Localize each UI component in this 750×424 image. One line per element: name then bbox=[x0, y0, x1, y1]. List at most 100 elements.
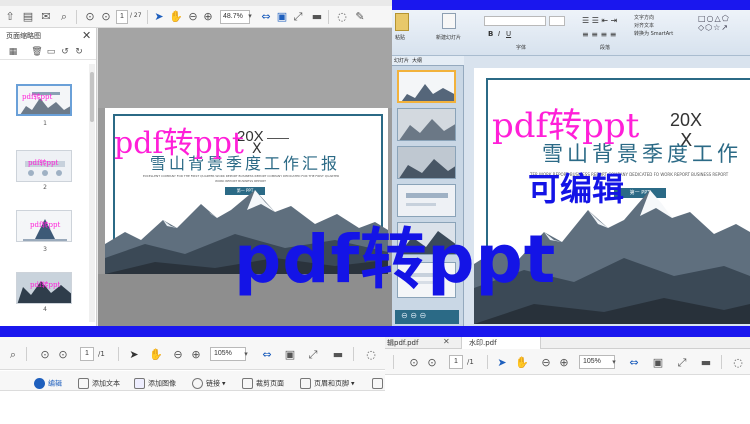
right-overlay-text: pdf转ppt bbox=[492, 106, 640, 146]
rotate-right-icon[interactable]: ↻ bbox=[72, 45, 86, 59]
read-mode-icon[interactable]: ▬ bbox=[310, 10, 324, 24]
zoom-in-icon[interactable]: ⊕ bbox=[557, 356, 571, 370]
bottom-right-toolbar: ⊙ ⊙ 1 /1 ➤ ✋ ⊖ ⊕ 105% ▾ ⇔ ▣ ⤢ ▬ ◌ bbox=[385, 349, 750, 375]
page-up-icon[interactable]: ⊙ bbox=[83, 10, 97, 24]
bottom-right-tabbar: 辑pdf.pdf ✕ 水印.pdf bbox=[385, 337, 750, 349]
fit-page-icon[interactable]: ▣ bbox=[651, 356, 665, 370]
thumbnail-options-icon[interactable]: ▦ bbox=[6, 45, 20, 59]
select-cursor-icon[interactable]: ➤ bbox=[127, 348, 141, 362]
ppt-slide-thumbnail[interactable] bbox=[397, 70, 456, 103]
ppt-pane-tabs: 幻灯片 大纲 bbox=[392, 56, 464, 66]
zoom-out-icon[interactable]: ⊖ bbox=[539, 356, 553, 370]
page-down-icon[interactable]: ⊙ bbox=[99, 10, 113, 24]
close-tab-icon[interactable]: ✕ bbox=[443, 337, 450, 346]
bottom-left-toolbar: ⌕ ⊙ ⊙ 1 /1 ➤ ✋ ⊖ ⊕ 105% ▾ ⇔ ▣ ⤢ ▬ ◌ bbox=[0, 337, 385, 370]
left-toolbar: ⇧ ▤ ✉ ⌕ ⊙ ⊙ 1 / 27 ➤ ✋ ⊖ ⊕ 48.7% ▾ ⇔ ▣ ⤢… bbox=[0, 6, 392, 28]
comment-icon[interactable]: ◌ bbox=[335, 10, 349, 24]
paste-button[interactable] bbox=[395, 13, 409, 31]
underline-button[interactable]: U bbox=[506, 30, 511, 38]
thumbnail-overlay-text: pdf转ppt bbox=[28, 159, 59, 167]
rotate-left-icon[interactable]: ↺ bbox=[58, 45, 72, 59]
thumbnail-overlay-text: pdf转ppt bbox=[30, 221, 61, 229]
full-screen-icon[interactable]: ⤢ bbox=[675, 356, 689, 370]
add-text-button[interactable]: 添加文本 bbox=[78, 378, 120, 389]
fit-width-icon[interactable]: ⇔ bbox=[260, 348, 274, 362]
ppt-slide-thumbnail[interactable] bbox=[397, 146, 456, 179]
slide-subtitle: EXCELLENT COMPANY FOR THE FIRST QUARTER … bbox=[143, 174, 340, 178]
zoom-out-icon[interactable]: ⊖ bbox=[186, 10, 200, 24]
hand-tool-icon[interactable]: ✋ bbox=[515, 356, 529, 370]
fit-page-icon[interactable]: ▣ bbox=[283, 348, 297, 362]
page-up-icon[interactable]: ⊙ bbox=[38, 348, 52, 362]
page-number-field[interactable]: 1 bbox=[80, 347, 94, 361]
more-button[interactable] bbox=[372, 378, 386, 389]
fit-width-icon[interactable]: ⇔ bbox=[259, 10, 273, 24]
full-screen-icon[interactable]: ⤢ bbox=[291, 10, 305, 24]
year-underline bbox=[267, 138, 289, 139]
comment-icon[interactable]: ◌ bbox=[731, 356, 745, 370]
link-button[interactable]: 链接 ▾ bbox=[192, 378, 225, 389]
ppt-ribbon: 粘贴 新建幻灯片 B I U 字体 ☰ ☰ ⇤ ⇥ ≡ ≡ ≡ ≡ 段落 文字方… bbox=[392, 10, 750, 56]
align-icon[interactable]: ≡ ≡ ≡ ≡ bbox=[582, 30, 616, 39]
select-cursor-icon[interactable]: ➤ bbox=[495, 356, 509, 370]
italic-button[interactable]: I bbox=[498, 30, 500, 38]
search-icon[interactable]: ⌕ bbox=[57, 10, 71, 24]
page-number-field[interactable]: 1 bbox=[449, 355, 463, 369]
tab-outline[interactable]: 大纲 bbox=[412, 57, 422, 64]
crop-page-button[interactable]: 裁剪页面 bbox=[242, 378, 284, 389]
comment-icon[interactable]: ◌ bbox=[364, 348, 378, 362]
mail-icon[interactable]: ✉ bbox=[39, 10, 53, 24]
font-size-field[interactable] bbox=[549, 16, 565, 26]
share-icon[interactable]: ⇧ bbox=[3, 10, 17, 24]
hand-tool-icon[interactable]: ✋ bbox=[169, 10, 183, 24]
tab-slides[interactable]: 幻灯片 bbox=[394, 57, 409, 64]
page-down-icon[interactable]: ⊙ bbox=[425, 356, 439, 370]
full-screen-icon[interactable]: ⤢ bbox=[306, 348, 320, 362]
zoom-dropdown-icon[interactable]: ▾ bbox=[243, 9, 257, 23]
select-cursor-icon[interactable]: ➤ bbox=[152, 10, 166, 24]
text-direction-button[interactable]: 文字方向 bbox=[634, 14, 654, 21]
thumbnail-panel-title: 页面缩略图 bbox=[6, 32, 41, 40]
page-total: / 27 bbox=[130, 12, 142, 19]
new-slide-button[interactable] bbox=[442, 13, 456, 29]
tab-file-1[interactable]: 辑pdf.pdf bbox=[387, 338, 418, 348]
smartart-button[interactable]: 转换为 SmartArt bbox=[634, 30, 673, 37]
thumbnail-overlay-text: pdf转ppt bbox=[30, 281, 61, 289]
insert-page-icon[interactable]: ▭ bbox=[44, 45, 58, 59]
thumbnail-number: 3 bbox=[43, 246, 47, 253]
zoom-in-icon[interactable]: ⊕ bbox=[189, 348, 203, 362]
zoom-out-icon[interactable]: ⊖ bbox=[171, 348, 185, 362]
search-icon[interactable]: ⌕ bbox=[6, 348, 20, 362]
zoom-dropdown-icon[interactable]: ▾ bbox=[607, 355, 621, 369]
page-down-icon[interactable]: ⊙ bbox=[56, 348, 70, 362]
read-mode-icon[interactable]: ▬ bbox=[331, 348, 345, 362]
zoom-in-icon[interactable]: ⊕ bbox=[201, 10, 215, 24]
read-mode-icon[interactable]: ▬ bbox=[699, 356, 713, 370]
fit-page-icon[interactable]: ▣ bbox=[275, 10, 289, 24]
header-footer-button[interactable]: 页眉和页脚 ▾ bbox=[300, 378, 354, 389]
bold-button[interactable]: B bbox=[488, 30, 493, 38]
ppt-slide-thumbnail[interactable] bbox=[397, 108, 456, 141]
align-text-button[interactable]: 对齐文本 bbox=[634, 22, 654, 29]
list-icon[interactable]: ☰ ☰ ⇤ ⇥ bbox=[582, 16, 617, 25]
print-icon[interactable]: ▤ bbox=[21, 10, 35, 24]
thumbnail-number: 1 bbox=[43, 120, 47, 127]
editable-badge: 可编辑 bbox=[528, 170, 625, 208]
zoom-dropdown-icon[interactable]: ▾ bbox=[239, 347, 253, 361]
font-name-field[interactable] bbox=[484, 16, 546, 26]
shapes-gallery[interactable]: □○△⬠ ◇⬡☆↗ bbox=[698, 14, 730, 32]
blue-divider-top bbox=[392, 0, 750, 10]
tab-file-2[interactable]: 水印.pdf bbox=[469, 338, 497, 348]
hand-tool-icon[interactable]: ✋ bbox=[149, 348, 163, 362]
edit-button[interactable]: 编辑 bbox=[34, 378, 62, 389]
fit-width-icon[interactable]: ⇔ bbox=[627, 356, 641, 370]
pen-icon[interactable]: ✎ bbox=[353, 10, 367, 24]
close-panel-icon[interactable]: ✕ bbox=[82, 29, 91, 42]
add-image-button[interactable]: 添加图像 bbox=[134, 378, 176, 389]
page-number-field[interactable]: 1 bbox=[116, 10, 128, 24]
page-up-icon[interactable]: ⊙ bbox=[407, 356, 421, 370]
ribbon-group-paste: 粘贴 bbox=[395, 35, 406, 41]
thumbnail-scrollbar[interactable] bbox=[89, 64, 95, 322]
document-area-upper bbox=[98, 28, 392, 108]
delete-page-icon[interactable]: 🗑 bbox=[30, 45, 44, 59]
